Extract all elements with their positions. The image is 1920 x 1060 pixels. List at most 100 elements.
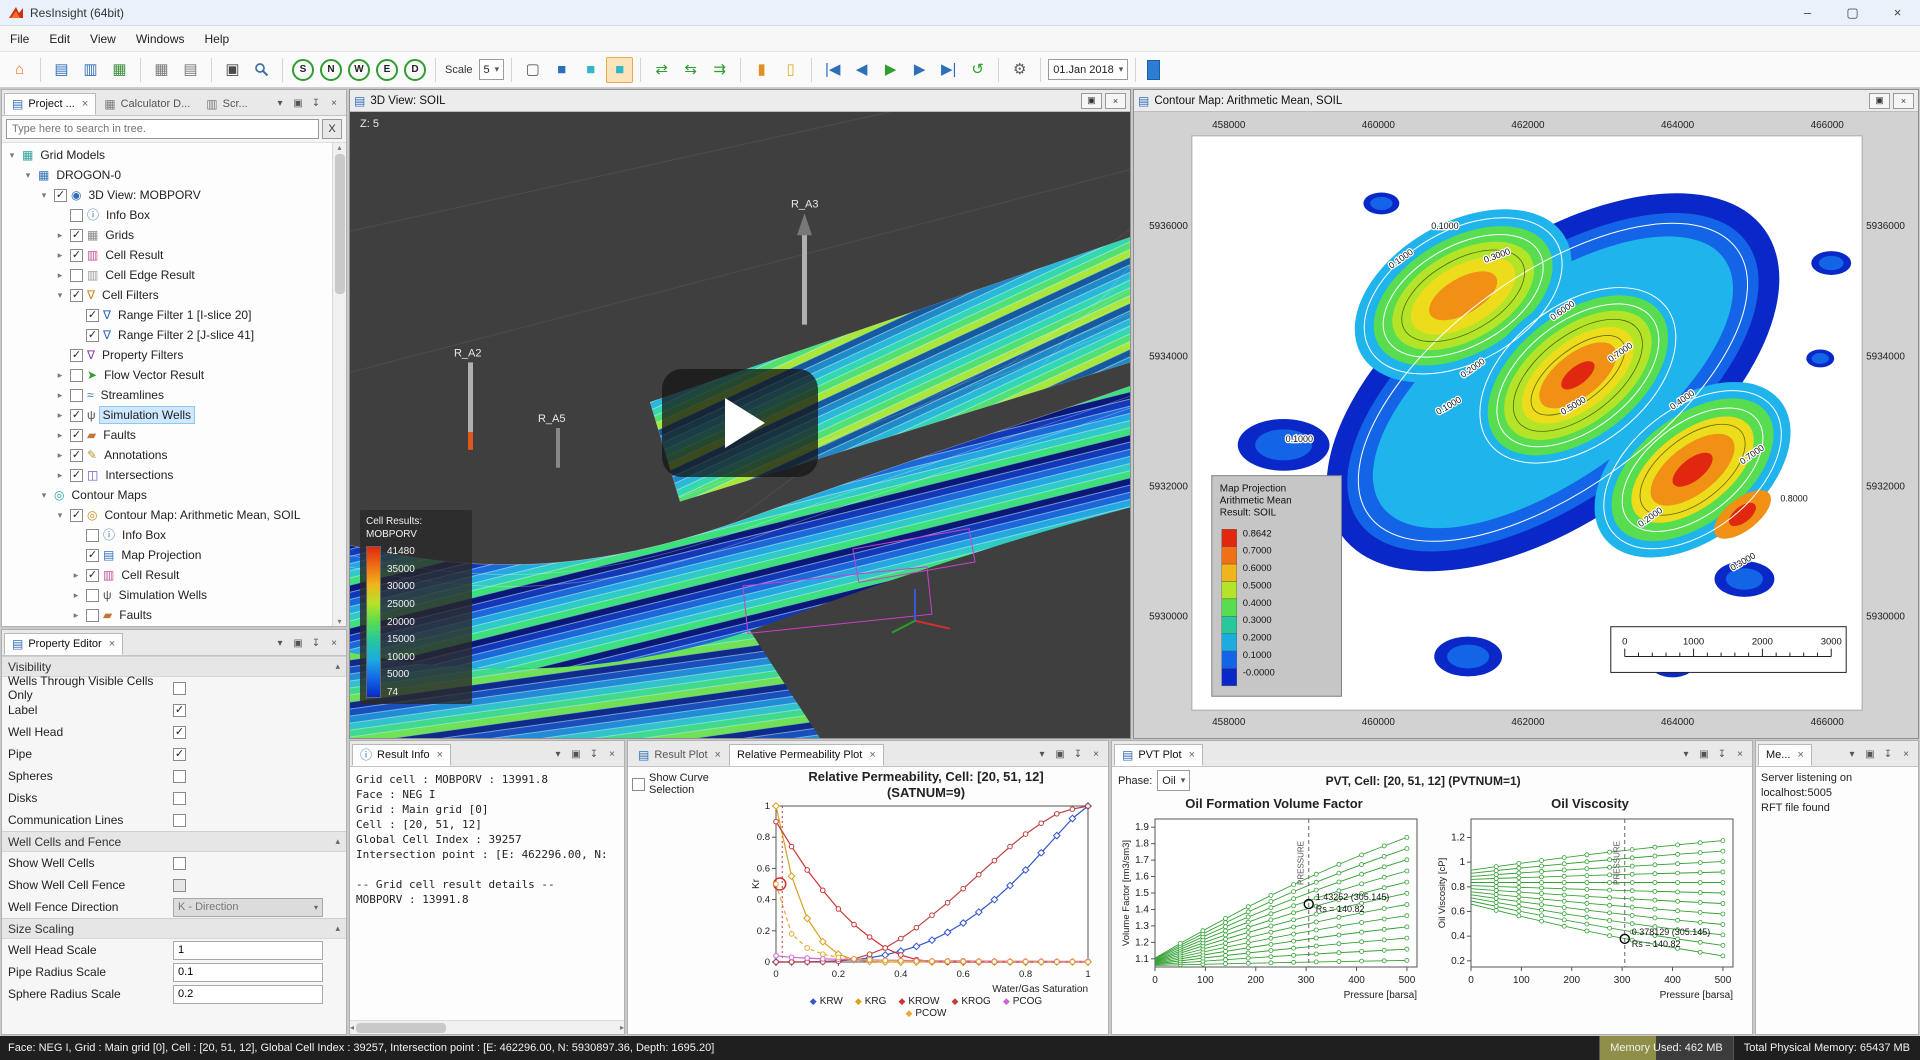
relperm-chart[interactable]: 00.20.40.60.8100.20.40.60.81KrWater/Gas … [750,800,1102,996]
well-fence-direction-select[interactable]: K - Direction▾ [173,898,323,917]
collapse-icon[interactable]: ▴ [335,836,340,847]
legend-item-krw[interactable]: ◆KRW [810,996,843,1007]
dock-menu-button[interactable]: ▾ [550,746,566,762]
expander-right-icon[interactable]: ▸ [70,610,82,621]
section-header-size-scaling[interactable]: Size Scaling▴ [2,918,346,939]
tree-checkbox[interactable]: ✓ [70,409,83,422]
grid-statistics-button[interactable]: ▤ [177,57,204,83]
wells-through-visible-cells-only-checkbox[interactable] [173,682,186,695]
tab-close-icon[interactable]: × [80,98,88,110]
tree-item[interactable]: ▾◎Contour Maps [2,485,332,505]
tree-item[interactable]: ▾✓◎Contour Map: Arithmetic Mean, SOIL [2,505,332,525]
dock-menu-button[interactable]: ▾ [272,635,288,651]
3d-viewport[interactable]: R_A3R_A2R_A5 Z: 5 Cell Results:MOBPORV 4… [350,112,1130,738]
show-fault-labels-button[interactable]: ⇆ [677,57,704,83]
draw-style-surface-button[interactable]: ■ [548,57,575,83]
draw-style-surface-mesh-button[interactable]: ■ [577,57,604,83]
tree-search-input[interactable] [6,119,319,139]
grid-calculator-button[interactable]: ▦ [148,57,175,83]
menu-file[interactable]: File [0,28,39,50]
dock-pin-button[interactable]: ↧ [308,635,324,651]
menu-help[interactable]: Help [195,28,240,50]
tree-item[interactable]: ▸✓▦Grids [2,225,332,245]
collapse-icon[interactable]: ▴ [335,661,340,672]
tree-checkbox[interactable]: ✓ [54,189,67,202]
search-clear-button[interactable]: X [322,119,342,139]
communication-lines-checkbox[interactable] [173,814,186,827]
tree-item[interactable]: ▾▦Grid Models [2,145,332,165]
expander-right-icon[interactable]: ▸ [70,570,82,581]
tab-result-plot[interactable]: ▤Result Plot× [630,744,729,766]
scroll-right-icon[interactable]: ▸ [620,1023,624,1032]
dock-pin-button[interactable]: ↧ [1070,746,1086,762]
dock-pin-button[interactable]: ↧ [586,746,602,762]
tree-scrollbar[interactable]: ▴▾ [332,143,346,626]
tab-scr-[interactable]: ▥Scr... [198,93,255,115]
expander-right-icon[interactable]: ▸ [54,390,66,401]
dock-menu-button[interactable]: ▾ [1034,746,1050,762]
menu-windows[interactable]: Windows [126,28,195,50]
dock-close-button[interactable]: × [1732,746,1748,762]
contour-map-canvas[interactable]: 0.10000.10000.30000.60000.70000.50000.20… [1134,112,1918,738]
tab-close-icon[interactable]: × [1187,749,1195,761]
measurement-button[interactable]: ▮ [748,57,775,83]
close-button[interactable]: × [1875,0,1920,25]
restore-window-button[interactable]: ▣ [1869,93,1890,109]
animation-repeat-button[interactable]: ↺ [964,57,991,83]
pipe-radius-scale-input[interactable] [173,963,323,982]
tree-item[interactable]: ▸➤Flow Vector Result [2,365,332,385]
collapse-icon[interactable]: ▴ [335,923,340,934]
dock-close-button[interactable]: × [1898,746,1914,762]
expander-down-icon[interactable]: ▾ [6,150,18,161]
maximize-button[interactable]: ▢ [1830,0,1875,25]
tree-checkbox[interactable]: ✓ [70,349,83,362]
expander-right-icon[interactable]: ▸ [54,410,66,421]
show-fault-faces-button[interactable]: ⇉ [706,57,733,83]
open-plot-window-button[interactable]: ▤ [48,57,75,83]
home-button[interactable]: ⌂ [6,57,33,83]
view-from-west-button[interactable]: W [348,59,370,81]
tab-calculator-d-[interactable]: ▦Calculator D... [96,93,198,115]
tree-item[interactable]: ▸✓✎Annotations [2,445,332,465]
expander-down-icon[interactable]: ▾ [54,290,66,301]
tab-close-icon[interactable]: × [435,749,443,761]
tree-checkbox[interactable] [70,389,83,402]
expander-right-icon[interactable]: ▸ [54,230,66,241]
tab-me-[interactable]: Me...× [1758,744,1812,766]
tree-checkbox[interactable]: ✓ [86,309,99,322]
tree-item[interactable]: ✓▤Map Projection [2,545,332,565]
tree-checkbox[interactable]: ✓ [70,469,83,482]
animation-step-back-button[interactable]: ◀ [848,57,875,83]
tree-item[interactable]: ▸✓ψSimulation Wells [2,405,332,425]
result-info-scrollbar[interactable]: ◂▸ [350,1020,624,1034]
legend-item-krg[interactable]: ◆KRG [855,996,887,1007]
scroll-up-icon[interactable]: ▴ [337,143,341,152]
scroll-left-icon[interactable]: ◂ [350,1023,354,1032]
dock-float-button[interactable]: ▣ [1696,746,1712,762]
tree-checkbox[interactable]: ✓ [70,229,83,242]
expander-right-icon[interactable]: ▸ [54,470,66,481]
restore-window-button[interactable]: ▣ [1081,93,1102,109]
tree-checkbox[interactable]: ✓ [86,549,99,562]
contour-map-viewport[interactable]: 0.10000.10000.30000.60000.70000.50000.20… [1134,112,1918,738]
close-window-button[interactable]: × [1893,93,1914,109]
dock-float-button[interactable]: ▣ [568,746,584,762]
tab-relative-permeability-plot[interactable]: Relative Permeability Plot× [729,744,884,766]
sphere-radius-scale-input[interactable] [173,985,323,1004]
view-from-north-button[interactable]: N [320,59,342,81]
tree-checkbox[interactable] [70,209,83,222]
tree-checkbox[interactable]: ✓ [70,429,83,442]
spheres-checkbox[interactable] [173,770,186,783]
legend-item-pcog[interactable]: ◆PCOG [1003,996,1042,1007]
viscosity-chart[interactable]: 01002003004005000.20.40.60.811.2Oil Visc… [1435,813,1745,1001]
show-grid-box-button[interactable]: ▢ [519,57,546,83]
expander-right-icon[interactable]: ▸ [54,450,66,461]
tree-item[interactable]: ▸✓◫Intersections [2,465,332,485]
show-faults-button[interactable]: ⇄ [648,57,675,83]
pipe-checkbox[interactable]: ✓ [173,748,186,761]
draw-style-mesh-button[interactable]: ■ [606,57,633,83]
view-from-down-button[interactable]: D [404,59,426,81]
tree-item[interactable]: ✓∇Range Filter 1 [I-slice 20] [2,305,332,325]
tile-windows-button[interactable]: ▣ [219,57,246,83]
expander-right-icon[interactable]: ▸ [54,270,66,281]
